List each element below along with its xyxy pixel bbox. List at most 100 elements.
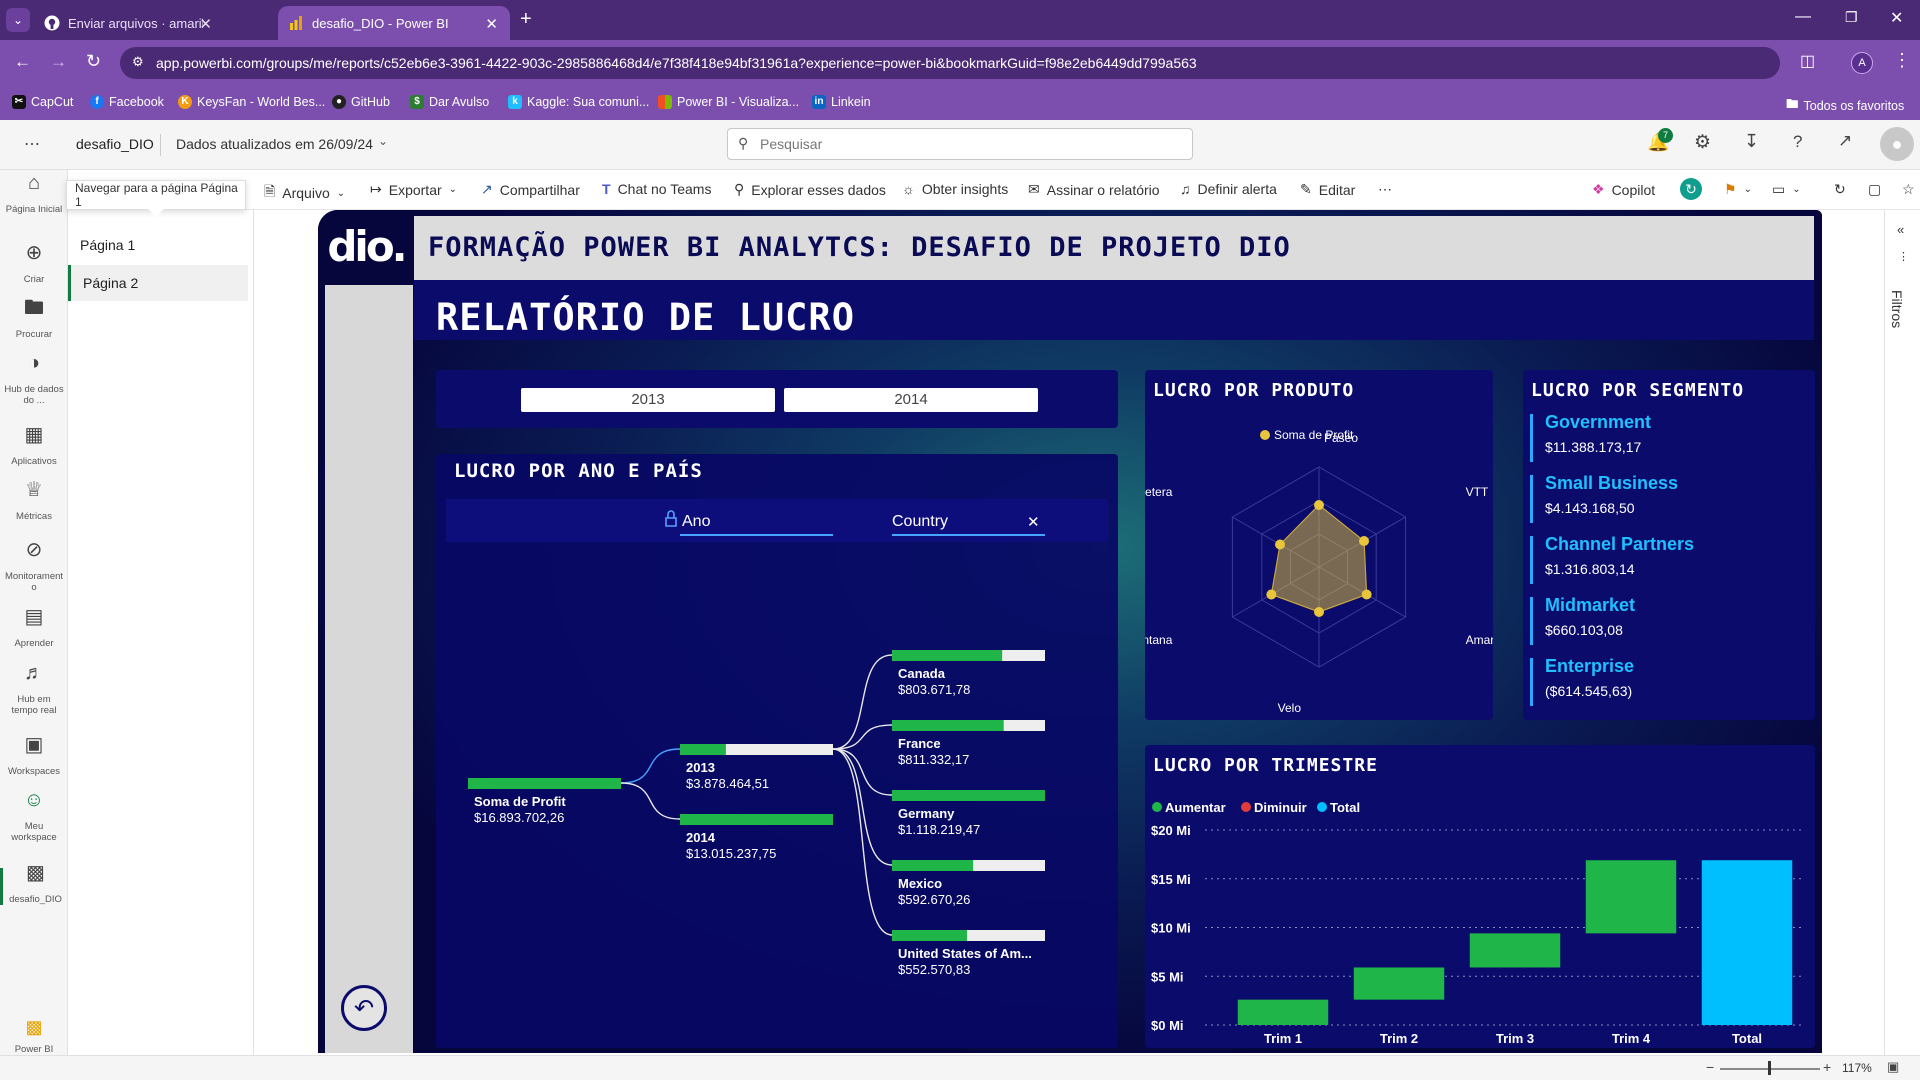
- help-icon[interactable]: ?: [1793, 132, 1802, 152]
- address-bar[interactable]: ⚙ app.powerbi.com/groups/me/reports/c52e…: [120, 47, 1780, 79]
- bookmark-item[interactable]: $ Dar Avulso: [410, 95, 489, 109]
- radar-point[interactable]: [1359, 536, 1370, 546]
- year-slicer-2014[interactable]: 2014: [784, 388, 1038, 412]
- teams-icon: T: [602, 181, 611, 197]
- new-tab-button[interactable]: +: [520, 8, 532, 31]
- waterfall-bar[interactable]: [1585, 860, 1677, 934]
- nav-item[interactable]: ⊕ Criar: [0, 243, 68, 285]
- bookmark-item[interactable]: Power BI - Visualiza...: [658, 95, 799, 109]
- download-icon[interactable]: ↧: [1744, 131, 1759, 152]
- tree-node[interactable]: Canada$803.671,78: [892, 650, 1045, 697]
- back-icon[interactable]: ←: [14, 52, 31, 72]
- bookmark-item[interactable]: ✂ CapCut: [12, 95, 73, 109]
- view-icon[interactable]: ▭ ⌄: [1772, 181, 1801, 198]
- nav-item[interactable]: 🖿 Procurar: [0, 298, 68, 340]
- back-button[interactable]: ↶: [341, 985, 387, 1031]
- close-tab-icon[interactable]: ✕: [485, 15, 498, 33]
- nav-item[interactable]: ▩ desafio_DIO: [0, 863, 68, 905]
- nav-item[interactable]: ▦ Aplicativos: [0, 425, 68, 467]
- chevron-left-icon[interactable]: «: [1897, 222, 1904, 237]
- radar-point[interactable]: [1275, 539, 1286, 550]
- nav-item[interactable]: ⊘ Monitoramento: [0, 540, 68, 593]
- profile-avatar[interactable]: A: [1851, 52, 1873, 74]
- tree-node[interactable]: 2013$3.878.464,51: [680, 744, 833, 791]
- filters-label[interactable]: Filtros: [1889, 290, 1905, 328]
- bookmark-icon[interactable]: ⚑ ⌄: [1724, 181, 1752, 198]
- bookmark-item[interactable]: ● GitHub: [332, 95, 390, 109]
- fit-page-icon[interactable]: ▣: [1887, 1059, 1899, 1075]
- powerbi-brand[interactable]: ▩ Power BI: [0, 1018, 68, 1055]
- data-updated[interactable]: Dados atualizados em 26/09/24: [176, 136, 373, 152]
- reload-icon[interactable]: ↻: [86, 51, 101, 72]
- waterfall-bar[interactable]: [1469, 933, 1561, 968]
- chat-teams-button[interactable]: T Chat no Teams: [602, 181, 711, 197]
- all-bookmarks[interactable]: 🖿 Todos os favoritos: [1786, 95, 1904, 116]
- close-window-button[interactable]: ✕: [1890, 8, 1903, 28]
- copilot-button[interactable]: ❖ Copilot: [1592, 181, 1655, 198]
- chevron-down-icon[interactable]: ⌄: [378, 134, 388, 148]
- workspace-name[interactable]: desafio_DIO: [76, 136, 154, 152]
- account-avatar[interactable]: ●: [1880, 127, 1914, 161]
- tree-node[interactable]: 2014$13.015.237,75: [680, 814, 833, 861]
- comment-icon[interactable]: ▢: [1868, 181, 1881, 198]
- nav-item[interactable]: ⌂ Página Inicial: [0, 173, 68, 215]
- compartilhar-button[interactable]: ↗ Compartilhar: [481, 181, 580, 198]
- page-tab-1[interactable]: Página 1: [68, 227, 248, 263]
- tree-node[interactable]: Germany$1.118.219,47: [892, 790, 1045, 837]
- page-tab-2[interactable]: Página 2: [68, 265, 248, 301]
- explorar-button[interactable]: ⚲ Explorar esses dados: [734, 181, 886, 198]
- restore-button[interactable]: ❐: [1845, 9, 1858, 26]
- tree-node[interactable]: United States of Am...$552.570,83: [892, 930, 1045, 977]
- settings-icon[interactable]: ⚙: [1694, 131, 1711, 154]
- bookmark-item[interactable]: in Linkein: [812, 95, 871, 109]
- browser-tab-github[interactable]: Enviar arquivos · amarildochag ✕: [34, 6, 224, 40]
- nav-item[interactable]: ♕ Métricas: [0, 480, 68, 522]
- assinar-button[interactable]: ✉ Assinar o relatório: [1028, 181, 1160, 198]
- close-icon[interactable]: ✕: [1027, 514, 1040, 531]
- nav-item[interactable]: ☺ Meu workspace: [0, 790, 68, 843]
- waterfall-bar[interactable]: [1701, 860, 1793, 1025]
- waterfall-bar[interactable]: [1353, 967, 1445, 1000]
- browser-menu-icon[interactable]: ⋮: [1893, 50, 1911, 71]
- app-launcher-icon[interactable]: ⋯: [24, 134, 41, 154]
- forward-icon[interactable]: →: [50, 52, 67, 72]
- extensions-icon[interactable]: ◫: [1800, 51, 1815, 71]
- radar-point[interactable]: [1314, 607, 1324, 617]
- site-info-icon[interactable]: ⚙: [132, 54, 144, 70]
- tab-search-button[interactable]: ⌄: [6, 8, 30, 32]
- arquivo-menu[interactable]: 🗎 Arquivo ⌄: [264, 181, 345, 205]
- waterfall-bar[interactable]: [1237, 999, 1329, 1025]
- insights-button[interactable]: ☼ Obter insights: [902, 181, 1008, 197]
- refresh-icon[interactable]: ↻: [1834, 181, 1846, 198]
- reset-icon[interactable]: ↻: [1680, 178, 1702, 200]
- nav-item[interactable]: ▤ Aprender: [0, 607, 68, 649]
- exportar-menu[interactable]: ↦ Exportar ⌄: [370, 181, 457, 198]
- nav-item[interactable]: ♬ Hub em tempo real: [0, 663, 68, 716]
- editar-button[interactable]: ✎ Editar: [1300, 181, 1355, 198]
- year-slicer-2013[interactable]: 2013: [521, 388, 775, 412]
- nav-item[interactable]: ◑ Hub de dados do ...: [0, 353, 68, 406]
- tree-node[interactable]: Soma de Profit$16.893.702,26: [468, 778, 621, 825]
- radar-point[interactable]: [1314, 500, 1324, 510]
- bookmark-item[interactable]: k Kaggle: Sua comuni...: [508, 95, 649, 109]
- zoom-out-icon[interactable]: −: [1706, 1059, 1714, 1075]
- alerta-button[interactable]: ♫ Definir alerta: [1180, 181, 1277, 197]
- tree-node[interactable]: Mexico$592.670,26: [892, 860, 1045, 907]
- powerbi-label: Power BI: [14, 1044, 54, 1055]
- share-icon[interactable]: ↗: [1838, 131, 1852, 151]
- favorite-icon[interactable]: ☆: [1902, 181, 1915, 198]
- more-options-icon[interactable]: ⋯: [1378, 181, 1392, 198]
- search-input[interactable]: ⚲ Pesquisar: [727, 128, 1193, 160]
- nav-item[interactable]: ▣ Workspaces: [0, 735, 68, 777]
- close-tab-icon[interactable]: ✕: [199, 15, 212, 33]
- tree-node[interactable]: France$811.332,17: [892, 720, 1045, 767]
- radar-point[interactable]: [1266, 589, 1277, 600]
- radar-point[interactable]: [1361, 589, 1372, 600]
- zoom-slider-thumb[interactable]: [1768, 1061, 1771, 1075]
- bookmark-item[interactable]: K KeysFan - World Bes...: [178, 95, 325, 109]
- zoom-in-icon[interactable]: +: [1823, 1059, 1831, 1075]
- minimize-button[interactable]: —: [1795, 8, 1811, 26]
- zoom-level[interactable]: 117%: [1842, 1061, 1872, 1075]
- bookmark-item[interactable]: f Facebook: [90, 95, 164, 109]
- browser-tab-powerbi[interactable]: desafio_DIO - Power BI ✕: [278, 6, 510, 40]
